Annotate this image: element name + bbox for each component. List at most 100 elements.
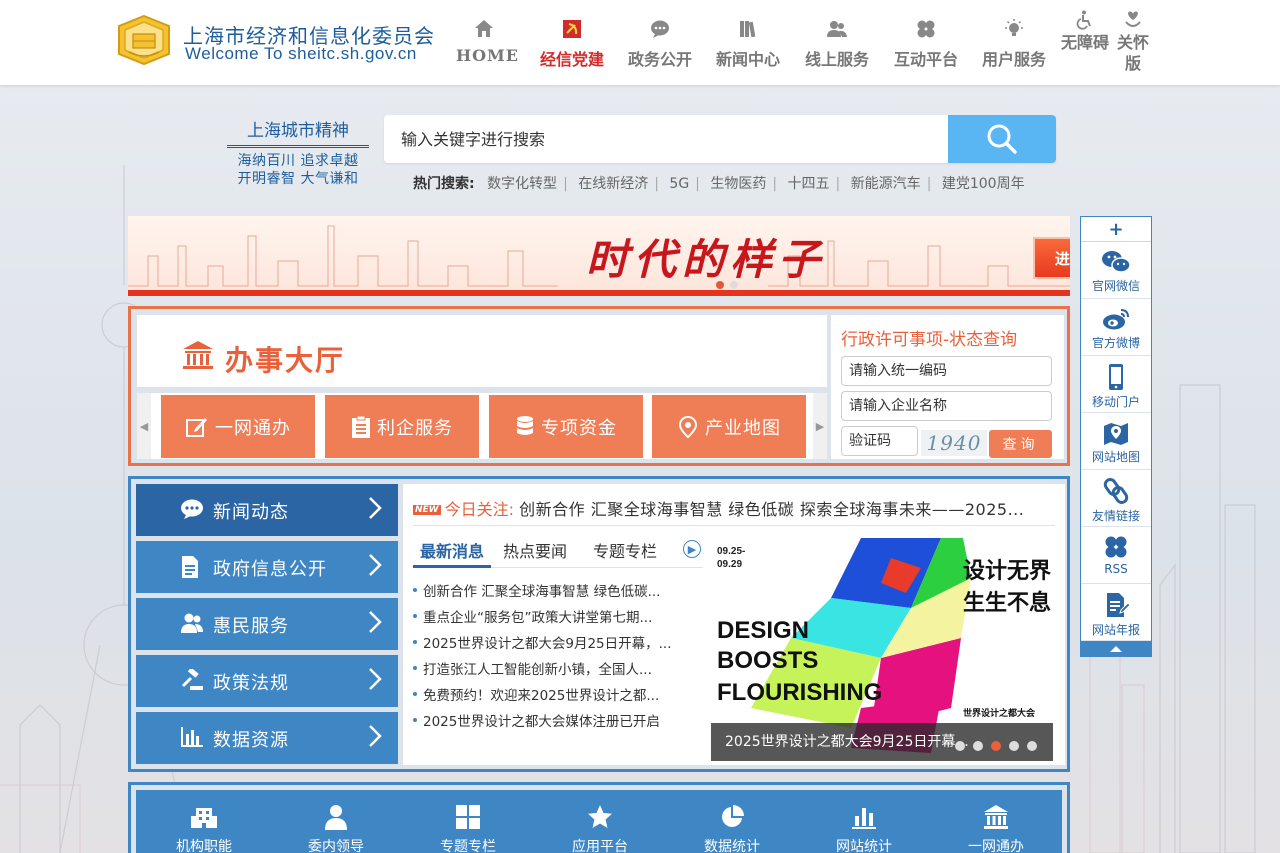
sidebar-rss[interactable]: RSS bbox=[1081, 527, 1151, 584]
sidebar-annual-report[interactable]: 网站年报 bbox=[1081, 584, 1151, 641]
side-menu-data-resources[interactable]: 数据资源 bbox=[136, 712, 398, 764]
sidebar-wechat[interactable]: 官网微信 bbox=[1081, 242, 1151, 299]
nav-user-services-label: 用户服务 bbox=[981, 50, 1046, 69]
quick-link-data-statistics[interactable]: 数据统计 bbox=[666, 804, 798, 853]
person-icon bbox=[270, 804, 402, 830]
tab-special-topics[interactable]: 专题专栏 bbox=[593, 538, 657, 568]
building-icon bbox=[138, 804, 270, 830]
accessibility-label: 无障碍 bbox=[1060, 33, 1109, 52]
chevron-right-icon bbox=[368, 496, 382, 525]
city-spirit-title: 上海城市精神 bbox=[227, 116, 369, 148]
tab-hot-news[interactable]: 热点要闻 bbox=[503, 538, 567, 568]
tile-special-funds[interactable]: 专项资金 bbox=[489, 395, 643, 458]
chat-bubble-icon bbox=[180, 498, 204, 525]
new-badge: NEW bbox=[413, 505, 441, 515]
banner-enter-button[interactable]: 进入专栏 》 bbox=[1033, 237, 1070, 279]
side-menu-public-services[interactable]: 惠民服务 bbox=[136, 598, 398, 650]
featured-pagination[interactable] bbox=[951, 736, 1041, 755]
sidebar-mobile-portal[interactable]: 移动门户 bbox=[1081, 356, 1151, 413]
news-item[interactable]: 2025世界设计之都大会9月25日开幕，... bbox=[413, 632, 693, 658]
quick-link-organization-label: 机构职能 bbox=[176, 839, 232, 853]
featured-image-carousel[interactable]: 09.25- 09.29 DESIGN BOOSTS FLOURISHING 设… bbox=[711, 538, 1053, 761]
hot-search-item[interactable]: 十四五 bbox=[788, 176, 830, 192]
quick-link-one-network-label: 一网通办 bbox=[968, 839, 1024, 853]
nav-accessibility[interactable]: 无障碍 bbox=[1058, 10, 1112, 53]
hot-search-item[interactable]: 5G bbox=[669, 176, 689, 192]
feature-banner[interactable]: 时代的样子 进入专栏 》 bbox=[128, 216, 1070, 296]
sidebar-site-map[interactable]: 网站地图 bbox=[1081, 413, 1151, 470]
right-floating-sidebar: + 官网微信 官方微博 移动门户 网站地图 友情链接 RSS 网站年报 bbox=[1080, 216, 1152, 657]
hot-searches: 热门搜索: 数字化转型 | 在线新经济 | 5G | 生物医药 | 十四五 | 新能源汽车… bbox=[413, 176, 1025, 192]
chevron-right-icon bbox=[368, 667, 382, 696]
sidebar-friendly-links[interactable]: 友情链接 bbox=[1081, 470, 1151, 527]
nav-interactive-platform-label: 互动平台 bbox=[893, 50, 958, 69]
quick-link-special-topics[interactable]: 专题专栏 bbox=[402, 804, 534, 853]
city-spirit: 上海城市精神 海纳百川 追求卓越 开明睿智 大气谦和 bbox=[227, 116, 369, 188]
quick-link-one-network[interactable]: 一网通办 bbox=[930, 804, 1062, 853]
today-focus-text[interactable]: 创新合作 汇聚全球海事智慧 绿色低碳 探索全球海事未来——2025... bbox=[519, 500, 1024, 519]
search-button[interactable] bbox=[948, 115, 1056, 163]
bank-icon bbox=[930, 804, 1062, 830]
svg-text:BOOSTS: BOOSTS bbox=[717, 647, 818, 674]
tab-latest-news[interactable]: 最新消息 bbox=[413, 538, 491, 568]
captcha-image[interactable]: 1940 bbox=[921, 430, 987, 456]
captcha-input[interactable] bbox=[841, 426, 918, 456]
nav-party-building[interactable]: 经信党建 bbox=[536, 18, 608, 70]
tabs-next-icon[interactable]: ▶ bbox=[683, 540, 701, 558]
permit-company-input[interactable] bbox=[841, 391, 1052, 421]
today-focus[interactable]: NEW 今日关注: 创新合作 汇聚全球海事智慧 绿色低碳 探索全球海事未来——20… bbox=[413, 496, 1053, 520]
news-item[interactable]: 免费预约！欢迎来2025世界设计之都... bbox=[413, 684, 693, 710]
tile-enterprise-services-label: 利企服务 bbox=[377, 417, 453, 439]
news-item[interactable]: 重点企业“服务包”政策大讲堂第七期... bbox=[413, 606, 693, 632]
nav-user-services[interactable]: 用户服务 bbox=[978, 18, 1050, 70]
elderly-label-line2: 版 bbox=[1124, 54, 1141, 73]
wheelchair-icon bbox=[1058, 10, 1112, 32]
sidebar-expand-button[interactable]: + bbox=[1081, 217, 1151, 242]
back-to-top-button[interactable] bbox=[1081, 641, 1151, 656]
side-menu-gov-info[interactable]: 政府信息公开 bbox=[136, 541, 398, 593]
nav-elderly-mode[interactable]: 关怀 版 bbox=[1113, 10, 1153, 74]
hot-search-item[interactable]: 新能源汽车 bbox=[851, 176, 921, 192]
hot-search-item[interactable]: 生物医药 bbox=[710, 176, 766, 192]
chevron-right-icon bbox=[368, 553, 382, 582]
gavel-icon bbox=[180, 667, 204, 696]
report-icon bbox=[1107, 593, 1131, 617]
hot-search-item[interactable]: 数字化转型 bbox=[487, 176, 557, 192]
nav-interactive-platform[interactable]: 互动平台 bbox=[890, 18, 962, 70]
service-hall-title: 办事大厅 bbox=[225, 344, 346, 377]
quick-link-organization[interactable]: 机构职能 bbox=[138, 804, 270, 853]
tile-enterprise-services[interactable]: 利企服务 bbox=[325, 395, 479, 458]
logo-emblem-icon[interactable] bbox=[115, 14, 173, 66]
bank-icon bbox=[181, 339, 215, 375]
quick-link-app-platform[interactable]: 应用平台 bbox=[534, 804, 666, 853]
sidebar-weibo[interactable]: 官方微博 bbox=[1081, 299, 1151, 356]
nav-government-affairs[interactable]: 政务公开 bbox=[624, 18, 696, 70]
search-input[interactable] bbox=[384, 115, 948, 163]
people-icon bbox=[180, 612, 204, 639]
quick-link-data-statistics-label: 数据统计 bbox=[704, 839, 760, 853]
news-item[interactable]: 打造张江人工智能创新小镇，全国人... bbox=[413, 658, 693, 684]
site-title-en[interactable]: Welcome To sheitc.sh.gov.cn bbox=[185, 44, 417, 64]
nav-online-services[interactable]: 线上服务 bbox=[801, 18, 873, 70]
tile-one-network[interactable]: 一网通办 bbox=[161, 395, 315, 458]
news-item[interactable]: 2025世界设计之都大会媒体注册已开启 bbox=[413, 710, 693, 736]
hot-search-item[interactable]: 建党100周年 bbox=[942, 176, 1025, 192]
chevron-right-icon bbox=[368, 724, 382, 753]
side-menu-news[interactable]: 新闻动态 bbox=[136, 484, 398, 536]
document-icon bbox=[180, 555, 200, 584]
permit-query-button[interactable]: 查询 bbox=[989, 430, 1052, 458]
svg-text:生生不息: 生生不息 bbox=[963, 590, 1051, 616]
permit-code-input[interactable] bbox=[841, 356, 1052, 386]
hot-search-item[interactable]: 在线新经济 bbox=[578, 176, 648, 192]
nav-news-center[interactable]: 新闻中心 bbox=[712, 18, 784, 70]
tile-industry-map[interactable]: 产业地图 bbox=[652, 395, 806, 458]
side-menu-policies[interactable]: 政策法规 bbox=[136, 655, 398, 707]
tiles-prev-arrow[interactable]: ◀ bbox=[137, 393, 151, 459]
news-item[interactable]: 创新合作 汇聚全球海事智慧 绿色低碳... bbox=[413, 580, 693, 606]
pie-chart-icon bbox=[666, 804, 798, 830]
banner-pagination[interactable] bbox=[713, 274, 741, 290]
quick-link-site-statistics[interactable]: 网站统计 bbox=[798, 804, 930, 853]
quick-link-leadership[interactable]: 委内领导 bbox=[270, 804, 402, 853]
nav-home[interactable]: HOME bbox=[456, 18, 518, 65]
tiles-next-arrow[interactable]: ▶ bbox=[813, 393, 827, 459]
